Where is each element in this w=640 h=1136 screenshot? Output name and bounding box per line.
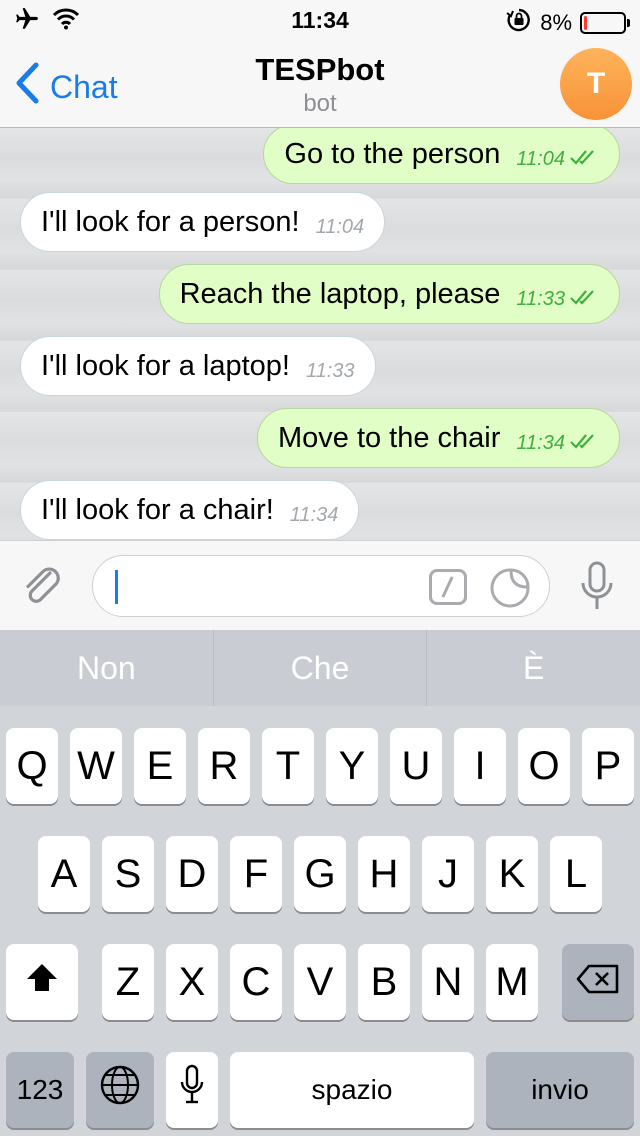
suggestion-item[interactable]: Non: [0, 630, 214, 706]
numbers-key[interactable]: 123: [6, 1052, 74, 1128]
key-e[interactable]: E: [134, 728, 186, 804]
message-text: Go to the person: [284, 137, 501, 170]
battery-icon: [580, 12, 630, 34]
key-b[interactable]: B: [358, 944, 410, 1020]
key-w[interactable]: W: [70, 728, 122, 804]
key-s[interactable]: S: [102, 836, 154, 912]
key-l[interactable]: L: [550, 836, 602, 912]
key-d[interactable]: D: [166, 836, 218, 912]
key-g[interactable]: G: [294, 836, 346, 912]
message-text: I'll look for a laptop!: [41, 349, 290, 382]
suggestion-item[interactable]: È: [427, 630, 640, 706]
key-n[interactable]: N: [422, 944, 474, 1020]
key-i[interactable]: I: [454, 728, 506, 804]
microphone-icon[interactable]: [580, 561, 614, 618]
globe-key[interactable]: [86, 1052, 154, 1128]
orientation-lock-icon: [506, 7, 532, 39]
message-text: I'll look for a chair!: [41, 493, 274, 526]
incoming-message[interactable]: I'll look for a person! 11:04: [20, 192, 386, 252]
status-bar: 11:34 8%: [0, 0, 640, 40]
key-p[interactable]: P: [582, 728, 634, 804]
dictation-key[interactable]: [166, 1052, 218, 1128]
key-u[interactable]: U: [390, 728, 442, 804]
message-time: 11:33: [516, 287, 565, 310]
sticker-icon[interactable]: [489, 567, 531, 614]
key-v[interactable]: V: [294, 944, 346, 1020]
avatar[interactable]: T: [560, 48, 632, 120]
outgoing-message[interactable]: Go to the person 11:04: [263, 128, 620, 184]
paperclip-icon[interactable]: [20, 563, 66, 614]
message-time: 11:33: [305, 359, 355, 382]
message-text: Move to the chair: [277, 421, 501, 454]
message-time: 11:34: [516, 431, 565, 454]
key-x[interactable]: X: [166, 944, 218, 1020]
shift-icon: [24, 960, 60, 1005]
message-input-bar: [0, 540, 640, 630]
key-c[interactable]: C: [230, 944, 282, 1020]
space-key[interactable]: spazio: [230, 1052, 474, 1128]
dictation-mic-icon: [179, 1064, 205, 1116]
key-h[interactable]: H: [358, 836, 410, 912]
key-j[interactable]: J: [422, 836, 474, 912]
key-m[interactable]: M: [486, 944, 538, 1020]
key-r[interactable]: R: [198, 728, 250, 804]
battery-level: [584, 16, 587, 30]
suggestion-item[interactable]: Che: [214, 630, 428, 706]
chat-header: Chat TESPbot bot T: [0, 40, 640, 128]
message-text: Reach the laptop, please: [179, 277, 501, 310]
globe-icon: [99, 1064, 141, 1116]
return-key[interactable]: invio: [486, 1052, 634, 1128]
suggestion-bar: Non Che È: [0, 630, 640, 706]
message-time: 11:04: [315, 215, 365, 238]
incoming-message[interactable]: I'll look for a laptop! 11:33: [20, 336, 376, 396]
key-y[interactable]: Y: [326, 728, 378, 804]
key-a[interactable]: A: [38, 836, 90, 912]
shift-key[interactable]: [6, 944, 78, 1020]
keyboard: Non Che È Q W E R T Y U I O P A S D F G H J K L Z X C V B N M 123 spa…: [0, 630, 640, 1136]
backspace-icon: [575, 960, 621, 1005]
status-right: 8%: [506, 7, 630, 39]
backspace-key[interactable]: [562, 944, 634, 1020]
outgoing-message[interactable]: Reach the laptop, please 11:33: [158, 264, 620, 324]
chat-title[interactable]: TESPbot: [0, 52, 640, 88]
message-time: 11:34: [289, 503, 339, 526]
key-q[interactable]: Q: [6, 728, 58, 804]
key-t[interactable]: T: [262, 728, 314, 804]
double-check-icon: [569, 142, 599, 175]
outgoing-message[interactable]: Move to the chair 11:34: [256, 408, 620, 468]
key-o[interactable]: O: [518, 728, 570, 804]
double-check-icon: [569, 282, 599, 315]
message-input[interactable]: [92, 555, 550, 617]
key-z[interactable]: Z: [102, 944, 154, 1020]
bot-command-icon[interactable]: [429, 569, 467, 605]
double-check-icon: [569, 426, 599, 459]
chat-subtitle: bot: [303, 90, 337, 117]
message-text: I'll look for a person!: [41, 205, 300, 238]
key-f[interactable]: F: [230, 836, 282, 912]
battery-percent: 8%: [540, 10, 572, 35]
text-cursor: [115, 570, 118, 604]
key-k[interactable]: K: [486, 836, 538, 912]
message-time: 11:04: [516, 147, 565, 170]
incoming-message[interactable]: I'll look for a chair! 11:34: [20, 480, 360, 540]
message-list[interactable]: Go to the person 11:04 I'll look for a per…: [0, 128, 640, 540]
